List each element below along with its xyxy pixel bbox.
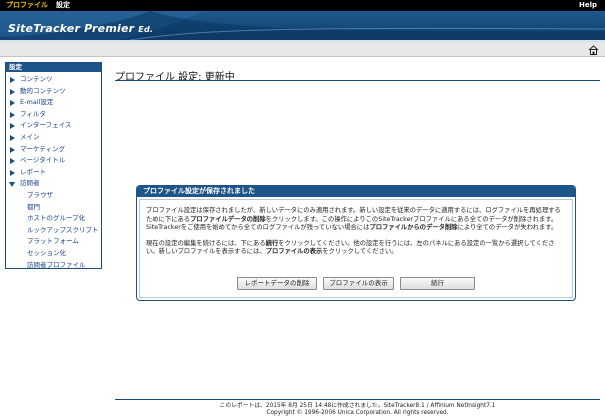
sidebar-item-filter[interactable]: フィルタ — [6, 109, 101, 121]
home-icon[interactable] — [588, 45, 599, 55]
expand-arrow-icon — [10, 123, 15, 130]
saved-notice-panel: プロファイル設定が保存されました プロファイル設定は保存されましたが、新しいデー… — [136, 185, 576, 301]
collapse-arrow-icon — [9, 182, 15, 188]
expand-arrow-icon — [10, 77, 15, 83]
sidebar-subitem-host-grouping[interactable]: ホストのグループ化 — [6, 213, 101, 225]
delete-report-data-button[interactable]: レポートデータの削除 — [237, 277, 317, 290]
sitetracker-logo: SiteTracker Premier Ed. — [8, 22, 154, 35]
expand-arrow-icon — [10, 100, 15, 107]
sidebar-header: 設定 — [6, 63, 101, 72]
action-buttons: レポートデータの削除 プロファイルの表示 続行 — [140, 277, 572, 290]
expand-arrow-icon — [10, 134, 15, 141]
panel-title: プロファイル設定が保存されました — [137, 186, 575, 197]
sidebar-item-content[interactable]: コンテンツ — [6, 74, 101, 86]
expand-arrow-icon — [10, 158, 15, 165]
sidebar-subitem-sessionization[interactable]: セッション化 — [6, 248, 101, 260]
sidebar-subitem-browser[interactable]: ブラウザ — [6, 190, 101, 202]
top-menu-bar: プロファイル 設定 Help — [0, 0, 605, 11]
footer-copyright: Copyright © 1996-2006 Unica Corporation.… — [266, 410, 449, 416]
expand-arrow-icon — [10, 88, 15, 95]
footer: このレポートは、2015年 8月 25日 14:48に作成されました。SiteT… — [115, 403, 600, 417]
menu-help[interactable]: Help — [579, 1, 597, 10]
panel-body: プロファイル設定は保存されましたが、新しいデータにのみ適用されます。新しい設定を… — [139, 199, 573, 298]
menu-settings[interactable]: 設定 — [56, 1, 70, 10]
sidebar-subitem-visitor-profile[interactable]: 訪問者プロファイル — [6, 260, 101, 272]
sidebar-subitem-platform[interactable]: プラットフォーム — [6, 236, 101, 248]
sidebar-item-report[interactable]: レポート — [6, 167, 101, 179]
expand-arrow-icon — [10, 111, 15, 118]
sidebar-item-email[interactable]: E-mail設定 — [6, 97, 101, 109]
notice-paragraph-2: 現在の設定の編集を続けるには、下にある続行をクリックしてください。他の設定を行う… — [146, 239, 555, 256]
header-banner: SiteTracker Premier Ed. — [0, 11, 605, 40]
view-profile-button[interactable]: プロファイルの表示 — [323, 277, 394, 290]
expand-arrow-icon — [10, 146, 15, 153]
notice-paragraph-1: プロファイル設定は保存されましたが、新しいデータにのみ適用されます。新しい設定を… — [146, 207, 561, 232]
sidebar-item-marketing[interactable]: マーケティング — [6, 144, 101, 156]
continue-button[interactable]: 続行 — [400, 277, 475, 290]
sidebar-subitem-department[interactable]: 都門 — [6, 202, 101, 214]
sidebar-item-interface[interactable]: インターフェイス — [6, 120, 101, 132]
settings-sidebar: 設定 コンテンツ 動的コンテンツ E-mail設定 フィルタ インターフェイス … — [5, 62, 102, 269]
sidebar-item-dynamic-content[interactable]: 動的コンテンツ — [6, 86, 101, 98]
expand-arrow-icon — [10, 169, 15, 176]
toolbar — [0, 43, 605, 57]
sidebar-item-page-title[interactable]: ページタイトル — [6, 155, 101, 167]
footer-divider — [115, 399, 600, 400]
sidebar-item-visitor[interactable]: 訪問者 — [6, 178, 101, 190]
menu-profile[interactable]: プロファイル — [6, 1, 48, 10]
title-divider — [115, 80, 600, 81]
sidebar-item-main[interactable]: メイン — [6, 132, 101, 144]
sidebar-subitem-lookup-script[interactable]: ルックアップスクリプト — [6, 225, 101, 237]
footer-generated-text: このレポートは、2015年 8月 25日 14:48に作成されました。SiteT… — [219, 403, 496, 409]
